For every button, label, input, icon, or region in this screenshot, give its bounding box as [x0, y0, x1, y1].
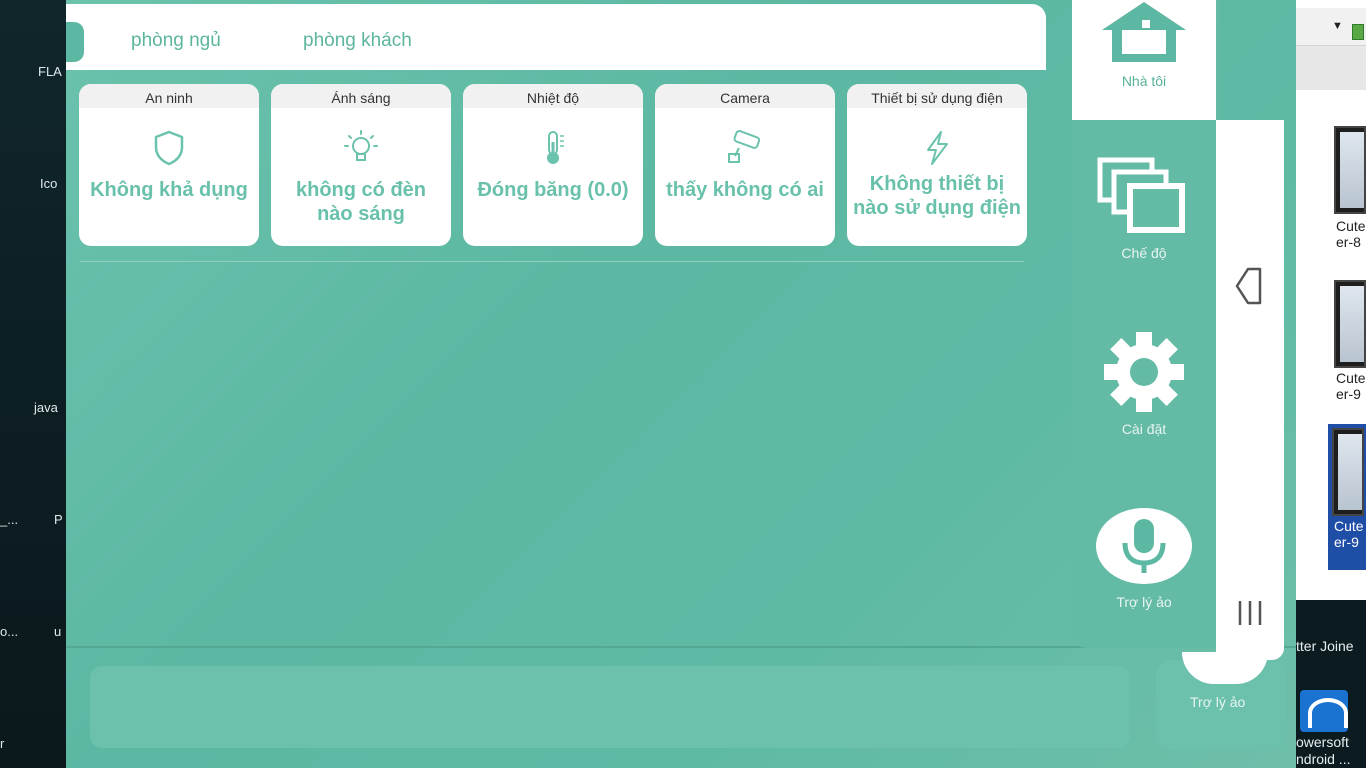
temperature-card[interactable]: Nhiệt độ Đóng băng (0.0) [463, 84, 643, 246]
background-sidebar-ghost: Trợ lý ảo [1156, 652, 1286, 750]
explorer-toolbar [1296, 46, 1366, 90]
sidebar-item-label: Chế độ [1121, 245, 1167, 261]
file-explorer-window: ▼ Cute er-8 Cute er-9 Cute er-9 [1296, 0, 1366, 600]
sidebar-item-home[interactable]: Nhà tôi [1072, 0, 1216, 89]
desktop-icon-label[interactable]: u [54, 624, 61, 639]
desktop-icon-label[interactable]: _... [0, 512, 18, 527]
sidebar-item-label: Trợ lý ảo [1116, 594, 1172, 610]
security-card[interactable]: An ninh Không khả dụng [79, 84, 259, 246]
video-thumbnail-icon[interactable] [1334, 126, 1366, 214]
android-nav-bar [1216, 120, 1284, 660]
card-status: Không thiết bị nào sử dụng điện [853, 173, 1021, 219]
tab-bar-handle[interactable] [66, 22, 84, 62]
card-status: Đóng băng (0.0) [477, 179, 629, 201]
desktop-icon-label[interactable]: ndroid ... [1296, 751, 1350, 767]
recent-apps-icon[interactable] [1236, 598, 1264, 628]
dropdown-arrow-icon[interactable]: ▼ [1332, 20, 1343, 32]
apowersoft-icon[interactable] [1300, 690, 1348, 732]
microphone-icon [1122, 519, 1166, 573]
video-thumbnail-icon[interactable] [1332, 428, 1364, 516]
desktop-icon-label[interactable]: java [34, 400, 58, 415]
tab-living-room[interactable]: phòng khách [303, 30, 412, 52]
desktop-icon-label[interactable]: r [0, 736, 4, 751]
desktop-icon-label[interactable]: owersoft [1296, 734, 1349, 750]
sidebar-item-settings[interactable]: Cài đặt [1072, 332, 1216, 437]
card-status: Không khả dụng [90, 179, 248, 201]
thumbnail-label[interactable]: Cute er-9 [1334, 518, 1364, 550]
sidebar-item-label: Cài đặt [1121, 421, 1167, 437]
selected-thumbnail[interactable]: Cute er-9 [1328, 424, 1366, 570]
gear-icon [1104, 332, 1184, 412]
camera-card[interactable]: Camera thấy không có ai [655, 84, 835, 246]
sidebar-item-label: Nhà tôi [1121, 73, 1167, 89]
back-icon[interactable] [1234, 266, 1264, 306]
card-title: Camera [655, 84, 835, 108]
home-icon [1102, 2, 1186, 62]
thumbnail-label[interactable]: Cute er-8 [1336, 218, 1366, 250]
card-title: Thiết bị sử dụng điện [847, 84, 1027, 108]
tab-bedroom[interactable]: phòng ngủ [131, 30, 221, 52]
video-thumbnail-icon[interactable] [1334, 280, 1366, 368]
divider [80, 261, 1024, 262]
layers-icon [1097, 157, 1185, 233]
ghost-label: Trợ lý ảo [1190, 694, 1246, 710]
desktop-left-strip: FLA Ico java _... P o... u r [0, 0, 66, 768]
desktop-icon-label[interactable]: Ico [40, 176, 57, 191]
thumbnail-label[interactable]: Cute er-9 [1336, 370, 1366, 402]
desktop-icon-label[interactable]: P [54, 512, 63, 527]
taskbar-text: tter Joine [1296, 638, 1354, 654]
sidebar-item-assistant[interactable]: Trợ lý ảo [1072, 508, 1216, 610]
card-status: không có đèn nào sáng [296, 179, 426, 225]
sidebar-item-modes[interactable]: Chế độ [1072, 156, 1216, 261]
card-title: Nhiệt độ [463, 84, 643, 108]
shield-icon [154, 130, 184, 166]
explorer-address-bar[interactable]: ▼ [1296, 8, 1366, 46]
desktop-icon-label[interactable]: FLA [38, 64, 62, 79]
microphone-button[interactable] [1096, 508, 1192, 584]
go-icon[interactable] [1352, 24, 1364, 40]
desktop-icon-label[interactable]: o... [0, 624, 18, 639]
card-title: An ninh [79, 84, 259, 108]
lightbulb-icon [344, 130, 378, 161]
thermometer-icon [547, 131, 564, 164]
background-panel [90, 666, 1130, 748]
lightning-icon [927, 131, 948, 165]
card-title: Ánh sáng [271, 84, 451, 108]
smart-home-app: phòng ngủ phòng khách An ninh Không khả … [66, 0, 1296, 768]
room-tab-bar: phòng ngủ phòng khách [66, 4, 1046, 70]
security-camera-icon [728, 130, 761, 163]
card-status: thấy không có ai [666, 179, 824, 201]
power-usage-card[interactable]: Thiết bị sử dụng điện Không thiết bị nào… [847, 84, 1027, 246]
lighting-card[interactable]: Ánh sáng không có đèn nào sáng [271, 84, 451, 246]
